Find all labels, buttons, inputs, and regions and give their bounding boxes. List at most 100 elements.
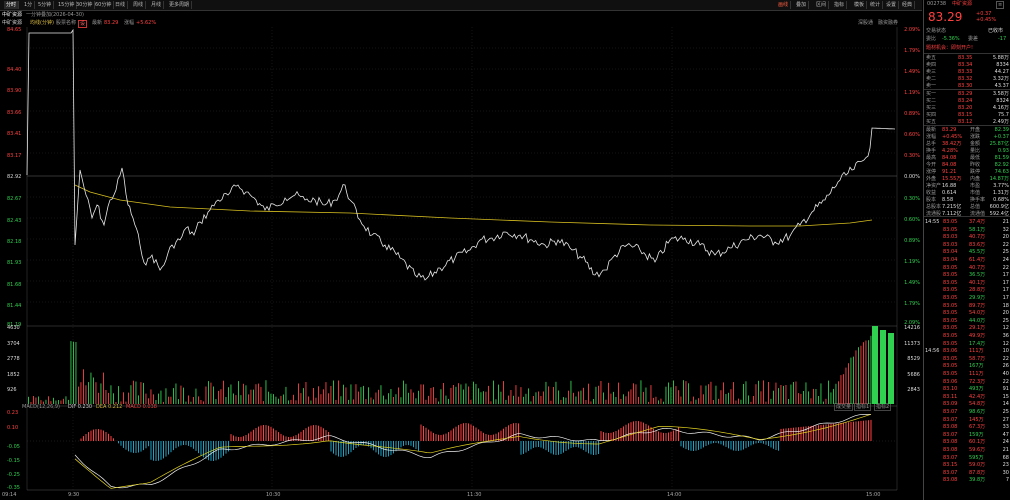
macd-bar [175, 441, 177, 449]
volume-bar [168, 396, 169, 404]
stat-label: 最新 [926, 127, 937, 133]
macd-bars [80, 419, 872, 461]
intraday-chart[interactable] [0, 0, 922, 500]
macd-bar [673, 430, 674, 441]
stat-label: 最低 [970, 155, 981, 161]
macd-bar [403, 441, 404, 446]
macd-bar [335, 441, 337, 456]
volume-bar [438, 401, 439, 404]
macd-bar [770, 441, 772, 448]
ask-label: 卖五 [926, 55, 937, 61]
macd-bar [285, 436, 287, 441]
quote-row: 卖五 83.35 5.88万 [926, 55, 1009, 62]
macd-bar [780, 428, 782, 441]
volume-bar [225, 397, 227, 404]
volume-bar [865, 340, 867, 404]
macd-bar [440, 435, 442, 441]
macd-bar [198, 441, 199, 454]
macd-bar [180, 441, 182, 446]
macd-bar [763, 441, 764, 444]
stat-value: 7.215亿 [942, 204, 962, 210]
volume-bar [78, 386, 79, 404]
macd-bar [473, 425, 474, 441]
volume-bar [790, 384, 792, 404]
price-line [26, 28, 896, 281]
macd-bar [428, 429, 429, 441]
news-link[interactable]: 题材机会：即刻开户! [926, 45, 973, 52]
volume-bar [400, 397, 402, 404]
trade-count: 17 [1002, 295, 1009, 301]
macd-bar [178, 441, 179, 447]
volume-bar [123, 392, 124, 404]
volume-bar [803, 391, 804, 404]
macd-bar [583, 441, 584, 451]
trade-volume: 40.7万 [969, 234, 986, 241]
quote-row: 83.05 111万 40 [925, 371, 1009, 378]
macd-bar [258, 426, 259, 441]
macd-bar [185, 441, 187, 446]
volume-bar [395, 394, 397, 404]
volume-bar [675, 386, 677, 404]
volume-bar [593, 399, 594, 404]
volume-bar [378, 389, 379, 404]
trade-price: 83.10 [943, 386, 958, 393]
macd-bar [133, 441, 134, 453]
macd-bar [468, 423, 469, 441]
volume-bar [405, 383, 407, 404]
volume-bar [178, 399, 179, 404]
stat-value: 0.68% [993, 197, 1009, 203]
volume-bar [75, 342, 77, 404]
volume-bar [483, 391, 484, 404]
macd-bar [280, 433, 282, 441]
volume-bar [460, 384, 462, 404]
volume-bar [845, 367, 847, 404]
macd-bar [378, 441, 379, 455]
macd-bar [543, 441, 544, 449]
macd-bar [490, 435, 492, 441]
volume-bar [38, 396, 39, 404]
macd-bar [188, 441, 189, 446]
macd-bar [720, 441, 722, 445]
volume-bar [40, 400, 42, 404]
quote-row: 83.10 493万 91 [925, 386, 1009, 393]
volume-bar [338, 380, 339, 404]
volume-bar [858, 347, 859, 404]
quote-row: 83.08 67.3万 33 [925, 424, 1009, 431]
volume-bar [28, 396, 29, 404]
quote-row: 总股本 7.215亿 总值 600.9亿 [926, 204, 1009, 211]
volume-bar [440, 389, 442, 404]
quote-row: 83.05 28.8万 17 [925, 287, 1009, 294]
macd-bar [313, 425, 314, 441]
macd-bar [135, 441, 137, 453]
volume-bar [303, 388, 304, 404]
volume-bar [658, 400, 659, 404]
menu-icon[interactable]: ≡ [996, 1, 1005, 9]
volume-bar [595, 386, 597, 404]
trade-price: 83.05 [943, 226, 958, 233]
volume-bar [295, 400, 297, 404]
trade-count: 24 [1002, 257, 1009, 263]
quote-row: 涨停 91.21 跌停 74.63 [926, 169, 1009, 176]
trade-count: 22 [1002, 378, 1009, 385]
volume-bar [273, 394, 274, 404]
trade-volume: 42.4万 [969, 393, 986, 400]
trade-count: 20 [1002, 310, 1009, 317]
volume-bar [535, 392, 537, 404]
macd-bar [218, 441, 219, 460]
macd-bar [815, 425, 817, 441]
macd-bar [775, 441, 777, 450]
trade-volume: 493万 [969, 386, 984, 393]
macd-bar [213, 441, 214, 461]
volume-bar [820, 383, 822, 404]
trade-volume: 17.4万 [969, 340, 986, 347]
volume-bar [360, 387, 362, 404]
trade-count: 12 [1002, 325, 1009, 332]
macd-bar [430, 431, 432, 441]
trade-count: 33 [1002, 424, 1009, 431]
volume-bar [65, 396, 67, 404]
macd-bar [183, 441, 184, 445]
avg-price-line [74, 184, 873, 227]
ask-label: 卖四 [926, 62, 937, 68]
volume-bar [823, 401, 824, 404]
macd-bar [138, 441, 139, 453]
